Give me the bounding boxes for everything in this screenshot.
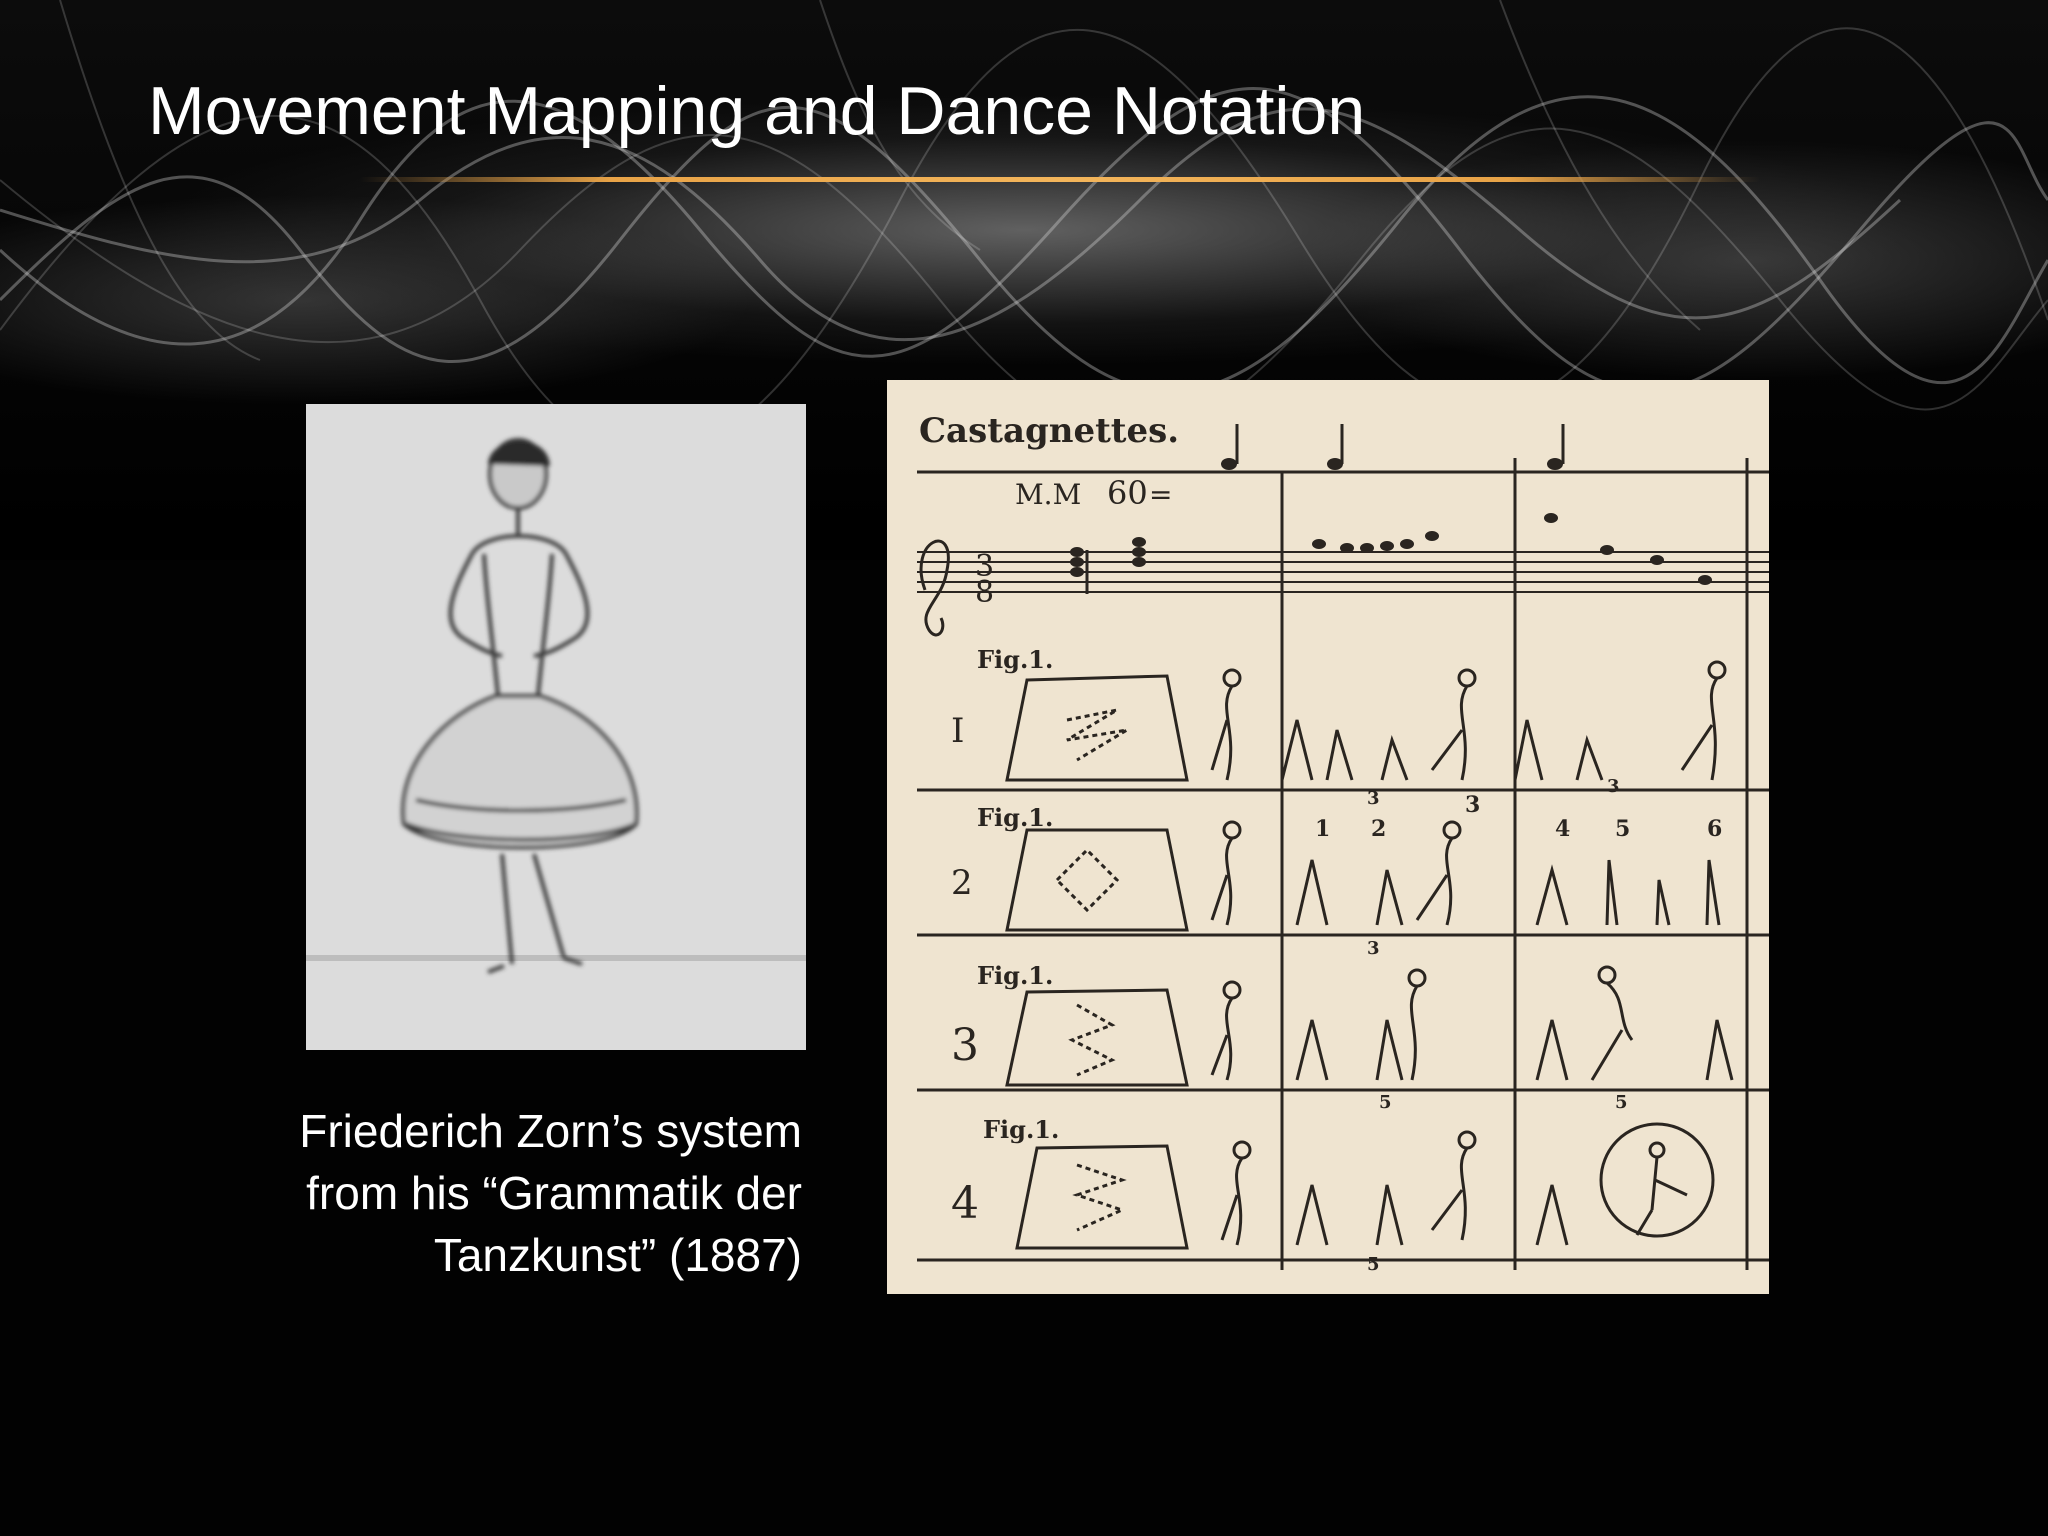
dancer-portrait — [306, 404, 806, 1050]
slide: Movement Mapping and Dance Notation Frie… — [0, 0, 2048, 1536]
stick-figure — [1210, 668, 1242, 781]
figure-row-1: Fig.1. I — [951, 645, 1053, 751]
row-number: 3 — [951, 1020, 979, 1071]
tempo-equals: = — [1149, 478, 1172, 511]
stick-figure — [1599, 1122, 1715, 1238]
caption-line-3: Tanzkunst” (1887) — [433, 1229, 802, 1281]
count-label: 1 — [1315, 816, 1330, 842]
caption-line-1: Friederich Zorn’s system — [299, 1105, 802, 1157]
tempo-value: 60 — [1107, 474, 1148, 512]
row-number: 2 — [951, 863, 973, 903]
stick-figure — [1407, 968, 1427, 1081]
stick-figure — [1430, 1130, 1477, 1241]
image-caption: Friederich Zorn’s system from his “Gramm… — [220, 1100, 802, 1286]
svg-text:8: 8 — [975, 575, 994, 610]
slide-title: Movement Mapping and Dance Notation — [148, 73, 1366, 149]
row-number: 4 — [951, 1178, 979, 1229]
stick-figure — [1430, 668, 1477, 781]
count-label: 3 — [1465, 792, 1480, 818]
stick-figure — [1220, 1140, 1252, 1246]
count-label: 6 — [1707, 816, 1722, 842]
count-label: 2 — [1371, 816, 1386, 842]
beat-mark: 5 — [1367, 1254, 1380, 1275]
stick-figure — [1415, 820, 1462, 926]
caption-line-2: from his “Grammatik der — [306, 1167, 802, 1219]
tempo-label: M.M — [1015, 478, 1081, 511]
score-header: Castagnettes. — [919, 411, 1179, 451]
beat-mark: 5 — [1379, 1092, 1392, 1113]
title-divider — [360, 177, 1760, 182]
stick-figure — [1680, 660, 1727, 781]
stick-figures — [1210, 660, 1734, 1246]
dancer-figure-icon — [306, 404, 806, 1050]
stick-figure — [1210, 980, 1242, 1081]
notation-drawing: 3 8 Castagnettes. M.M 60 = Fig.1. I Fig.… — [917, 411, 1769, 1275]
beat-mark: 3 — [1367, 788, 1380, 809]
beat-mark: 3 — [1367, 938, 1380, 959]
figure-row-2: Fig.1. 2 — [951, 803, 1053, 903]
beat-mark: 3 — [1607, 776, 1620, 797]
figure-row-3: Fig.1. 3 — [951, 961, 1053, 1071]
count-label: 5 — [1615, 816, 1630, 842]
dance-notation-score: 3 8 Castagnettes. M.M 60 = Fig.1. I Fig.… — [887, 380, 1769, 1294]
count-label: 4 — [1555, 816, 1570, 842]
figure-row-4: Fig.1. 4 — [951, 1115, 1059, 1229]
beat-marks: 3 3 3 5 5 5 — [1367, 776, 1628, 1275]
stick-figure — [1210, 820, 1242, 926]
row-fig-label: Fig.1. — [977, 645, 1053, 674]
row-fig-label: Fig.1. — [977, 961, 1053, 990]
stick-figure — [1590, 965, 1634, 1081]
beat-mark: 5 — [1615, 1092, 1628, 1113]
row-fig-label: Fig.1. — [983, 1115, 1059, 1144]
row-fig-label: Fig.1. — [977, 803, 1053, 832]
row-number: I — [951, 711, 964, 751]
